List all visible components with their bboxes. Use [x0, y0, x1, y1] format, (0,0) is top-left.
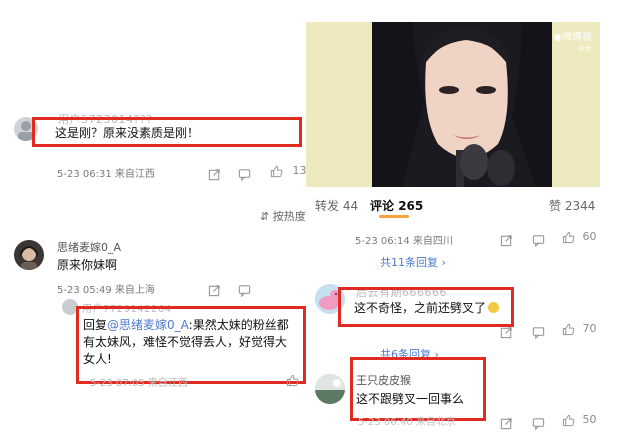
avatar[interactable] [315, 374, 345, 404]
share-icon [500, 418, 512, 430]
tab-forward-count: 44 [342, 199, 359, 213]
thumbs-up-icon [562, 231, 575, 243]
like-button[interactable] [286, 370, 299, 389]
comment-text: 这是刚？原来没素质是刚！ [55, 126, 200, 140]
tab-comments-label: 评论 [370, 199, 395, 213]
like-count: 60 [582, 230, 597, 243]
reply-text: :果然太妹的粉丝都 [188, 318, 289, 332]
tab-comments-count: 265 [398, 199, 424, 213]
share-button[interactable] [500, 413, 513, 432]
comment-username[interactable]: 思绪麦嫁0_A [57, 239, 121, 255]
sort-label: 按热度 [272, 210, 306, 223]
sort-icon: ⇵ [260, 210, 270, 223]
reply-line-2: 有太妹风，难怪不觉得丢人，好觉得大 [83, 335, 288, 349]
comment-button[interactable] [532, 322, 545, 341]
tab-forward-label: 转发 [315, 199, 340, 213]
thumbs-up-icon [270, 165, 283, 177]
reply-line-3: 女人! [83, 352, 112, 366]
like-button[interactable]: 60 [562, 230, 597, 244]
sort-by-hot-button[interactable]: ⇵ 按热度 [260, 208, 306, 224]
comment-meta: 5-23 06:31 来自江西 [57, 169, 155, 180]
reply-line-1: 回复@思绪麦嫁0_A:果然太妹的粉丝都 [83, 316, 289, 333]
comment-icon [238, 285, 251, 297]
thumbs-up-icon [562, 323, 575, 335]
comment-text: 原来你妹啊 [57, 258, 118, 272]
share-button[interactable] [500, 322, 513, 341]
weibo-logo-icon: ◉ [553, 32, 562, 43]
laughing-emoji-icon [488, 302, 500, 313]
like-button[interactable]: 50 [562, 413, 597, 427]
comment-button[interactable] [532, 413, 545, 432]
comment-icon [532, 327, 545, 339]
comment-button[interactable] [532, 230, 545, 249]
replies-link[interactable]: 共11条回复 › [380, 251, 446, 270]
comment-text: 这不奇怪，之前还劈叉了 [354, 299, 500, 316]
tab-forward[interactable]: 转发 44 [315, 197, 358, 214]
comment-text: 这不跟劈叉一回事么 [356, 392, 465, 406]
mention-link[interactable]: @思绪麦嫁0_A [107, 318, 189, 332]
comment-button[interactable] [238, 280, 251, 299]
share-icon [208, 285, 220, 297]
share-icon [500, 235, 512, 247]
chevron-right-icon: › [438, 256, 446, 269]
tab-likes-label: 赞 [549, 199, 562, 213]
watermark-sub: 中大 [578, 45, 592, 53]
tab-active-indicator [379, 215, 409, 218]
share-icon [208, 169, 220, 181]
like-count: 70 [582, 322, 597, 335]
share-button[interactable] [208, 164, 221, 183]
like-count: 50 [582, 413, 597, 426]
share-button[interactable] [208, 280, 221, 299]
avatar[interactable] [14, 240, 44, 270]
thumbs-up-icon [562, 414, 575, 426]
comment-meta: 5-23 07:05 来自江西 [90, 378, 188, 389]
share-button[interactable] [500, 230, 513, 249]
comment-icon [532, 418, 545, 430]
comment-username[interactable]: 王只皮皮猴 [356, 372, 411, 388]
comment-meta: 5-23 05:49 来自上海 [57, 285, 155, 296]
highlight-box [350, 357, 486, 421]
share-icon [500, 327, 512, 339]
tab-likes[interactable]: 赞 2344 [549, 197, 595, 214]
comment-meta: 5-23 06:14 来自四川 [355, 236, 453, 247]
comment-button[interactable] [238, 164, 251, 183]
comment-icon [532, 235, 545, 247]
reply-prefix: 回复 [83, 318, 108, 332]
thumbs-up-icon [286, 374, 299, 387]
watermark-text: 微博视 [562, 32, 592, 43]
tab-likes-count: 2344 [564, 199, 596, 213]
tab-comments[interactable]: 评论 265 [370, 197, 423, 214]
comment-text-body: 这不奇怪，之前还劈叉了 [354, 301, 487, 315]
video-thumbnail[interactable]: ◉微博视 中大 [306, 22, 600, 187]
replies-label: 共11条回复 [380, 256, 438, 269]
weibo-watermark: ◉微博视 中大 [553, 28, 592, 54]
comment-icon [238, 169, 251, 181]
like-button[interactable]: 70 [562, 322, 597, 336]
